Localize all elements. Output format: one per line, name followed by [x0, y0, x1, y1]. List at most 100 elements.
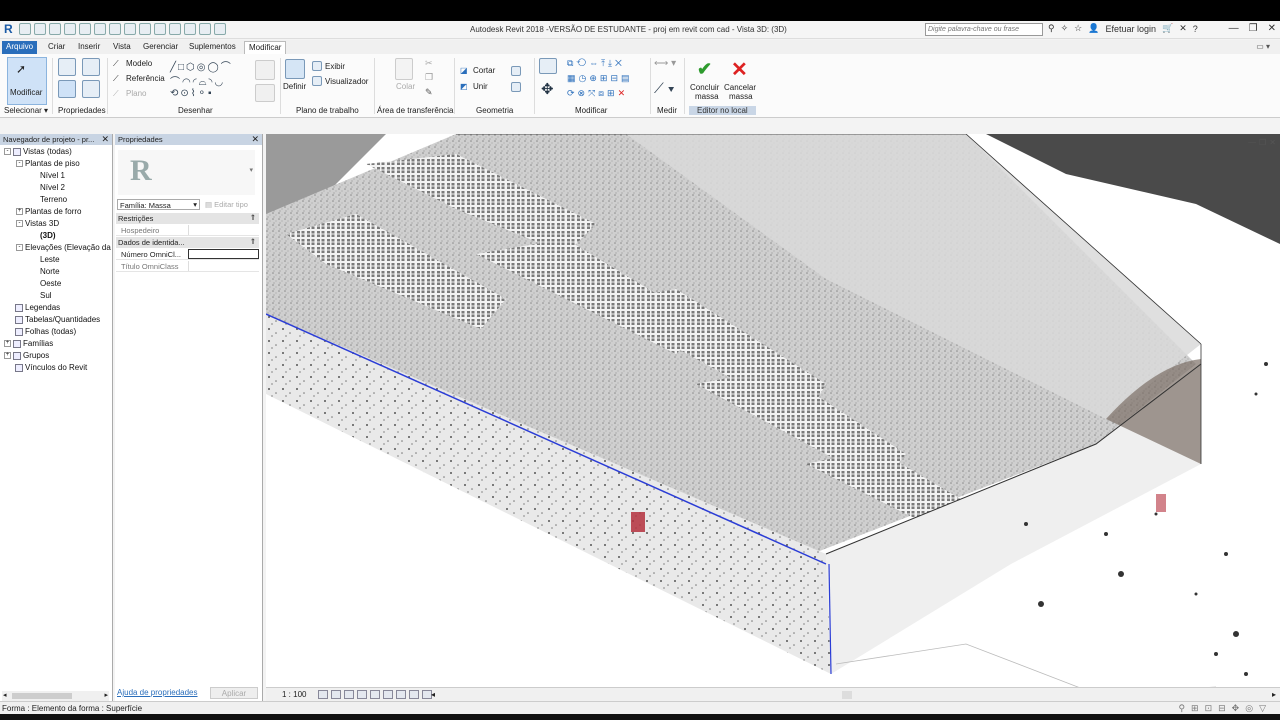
login-link[interactable]: Efetuar login: [1105, 24, 1156, 34]
tree-node[interactable]: (3D): [40, 231, 56, 240]
exchange-icon[interactable]: ✕: [1179, 23, 1187, 34]
tree-node[interactable]: Nível 2: [40, 183, 65, 192]
paste-icon[interactable]: [395, 58, 413, 80]
tree-node[interactable]: - Plantas de piso: [16, 159, 80, 168]
tab-arquivo[interactable]: Arquivo: [2, 41, 38, 54]
move-icon[interactable]: ✥: [541, 80, 554, 98]
thin-lines-icon[interactable]: [184, 23, 196, 35]
draw-tools-row1-icon[interactable]: ╱□⬡◎◯⌒: [170, 58, 233, 73]
close-icon[interactable]: ✕: [251, 134, 259, 145]
sun-path-icon[interactable]: [344, 690, 354, 699]
expand-icon[interactable]: +: [16, 208, 23, 216]
tree-node[interactable]: Nível 1: [40, 171, 65, 180]
type-dropdown-icon[interactable]: ▾: [249, 166, 253, 174]
finish-mass-line1[interactable]: Concluir: [690, 83, 719, 92]
cancel-mass-line2[interactable]: massa: [729, 92, 753, 101]
cut-clip-icon[interactable]: ✂: [425, 58, 433, 69]
paste-button[interactable]: Colar: [396, 82, 415, 91]
shadows-icon[interactable]: [357, 690, 367, 699]
pick-faces-icon[interactable]: [255, 84, 275, 102]
text-icon[interactable]: [139, 23, 151, 35]
join-geometry-icon[interactable]: ◩: [460, 82, 468, 91]
split-face-icon[interactable]: [511, 66, 521, 76]
reference-line-icon[interactable]: ⟋: [113, 74, 119, 84]
finish-mass-line2[interactable]: massa: [695, 92, 719, 101]
expand-icon[interactable]: +: [4, 340, 11, 348]
tab-vista[interactable]: Vista: [109, 41, 135, 54]
apply-button[interactable]: Aplicar: [210, 687, 258, 699]
properties-palette-icon[interactable]: [58, 80, 76, 98]
pick-lines-icon[interactable]: [255, 60, 275, 80]
section-restricoes[interactable]: Restrições ⇑: [116, 213, 259, 224]
tree-node[interactable]: - Elevações (Elevação da: [16, 243, 111, 252]
select-links-icon[interactable]: ⚲: [1178, 703, 1185, 714]
collapse-icon[interactable]: -: [16, 244, 23, 252]
section-dados-identidade[interactable]: Dados de identida... ⇑: [116, 237, 259, 248]
tree-node[interactable]: + Grupos: [4, 351, 49, 360]
draw-reference-button[interactable]: Referência: [126, 74, 165, 83]
tab-gerenciar[interactable]: Gerenciar: [139, 41, 182, 54]
family-types-icon[interactable]: [82, 58, 100, 76]
tree-node[interactable]: Norte: [40, 267, 60, 276]
collapse-icon[interactable]: ⇑: [250, 213, 256, 222]
tree-node[interactable]: Sul: [40, 291, 52, 300]
search-input[interactable]: Digite palavra-chave ou frase: [925, 23, 1043, 36]
switch-windows-icon[interactable]: [214, 23, 226, 35]
filter-icon[interactable]: ▽: [1259, 703, 1266, 714]
tree-node[interactable]: Oeste: [40, 279, 61, 288]
viewer-icon[interactable]: [312, 76, 322, 86]
properties-help-link[interactable]: Ajuda de propriedades: [117, 688, 198, 697]
tree-node[interactable]: Leste: [40, 255, 60, 264]
select-pinned-icon[interactable]: ⊡: [1205, 703, 1213, 714]
family-filter-select[interactable]: Família: Massa ▾: [117, 199, 200, 210]
tree-node[interactable]: Legendas: [4, 303, 60, 312]
tree-node[interactable]: Folhas (todas): [4, 327, 76, 336]
scroll-left-icon[interactable]: ◂: [431, 690, 435, 699]
help-icon[interactable]: ?: [1193, 24, 1198, 34]
align-icon[interactable]: [539, 58, 557, 74]
sync-icon[interactable]: [49, 23, 61, 35]
finish-mass-icon[interactable]: ✔: [697, 59, 712, 80]
select-by-face-icon[interactable]: ⊟: [1218, 703, 1226, 714]
3d-viewport[interactable]: — ❐ ✕: [266, 134, 1280, 687]
modify-tools-row3-icon[interactable]: ⟳⊗⤧⧈⊞✕: [567, 88, 628, 99]
cut-geometry-button[interactable]: Cortar: [473, 66, 495, 75]
close-hidden-icon[interactable]: [199, 23, 211, 35]
set-workplane-icon[interactable]: [285, 59, 305, 79]
show-crop-icon[interactable]: [396, 690, 406, 699]
tab-suplementos[interactable]: Suplementos: [185, 41, 240, 54]
minimize-icon[interactable]: —: [1248, 138, 1256, 147]
tab-modificar[interactable]: Modificar: [244, 41, 287, 54]
tab-inserir[interactable]: Inserir: [74, 41, 104, 54]
viewport-scroll-thumb[interactable]: [842, 691, 852, 699]
scroll-right-icon[interactable]: ▸: [104, 691, 108, 699]
undo-icon[interactable]: [64, 23, 76, 35]
close-icon[interactable]: ✕: [101, 134, 109, 145]
restore-icon[interactable]: ❐: [1249, 23, 1258, 34]
restore-icon[interactable]: ❐: [1259, 138, 1266, 147]
select-dropdown[interactable]: Selecionar: [4, 106, 42, 115]
scroll-left-icon[interactable]: ◂: [3, 691, 7, 699]
cancel-mass-line1[interactable]: Cancelar: [724, 83, 756, 92]
measure-qat-icon[interactable]: [109, 23, 121, 35]
tree-node[interactable]: Vínculos do Revit: [4, 363, 87, 372]
detail-level-icon[interactable]: [318, 690, 328, 699]
collapse-icon[interactable]: -: [16, 220, 23, 228]
save-icon[interactable]: [34, 23, 46, 35]
visual-style-icon[interactable]: [331, 690, 341, 699]
viewer-button[interactable]: Visualizador: [325, 77, 368, 86]
modify-tools-row2-icon[interactable]: ▦◷⊕⊞⊟▤: [567, 73, 632, 84]
cut-geometry-icon[interactable]: ◪: [460, 66, 468, 75]
tree-node[interactable]: - Vistas (todas): [4, 147, 72, 156]
print-icon[interactable]: [94, 23, 106, 35]
cart-icon[interactable]: 🛒: [1162, 23, 1173, 34]
background-process-icon[interactable]: ◎: [1245, 703, 1253, 714]
select-chevron-icon[interactable]: ▾: [44, 106, 48, 115]
cancel-mass-icon[interactable]: ✕: [731, 57, 748, 82]
minimize-icon[interactable]: —: [1229, 23, 1239, 34]
family-category-icon[interactable]: [82, 80, 100, 98]
view-scale[interactable]: 1 : 100: [282, 690, 306, 699]
close-icon[interactable]: ✕: [1268, 23, 1276, 34]
collapse-icon[interactable]: -: [16, 160, 23, 168]
copy-icon[interactable]: ❐: [425, 72, 433, 83]
